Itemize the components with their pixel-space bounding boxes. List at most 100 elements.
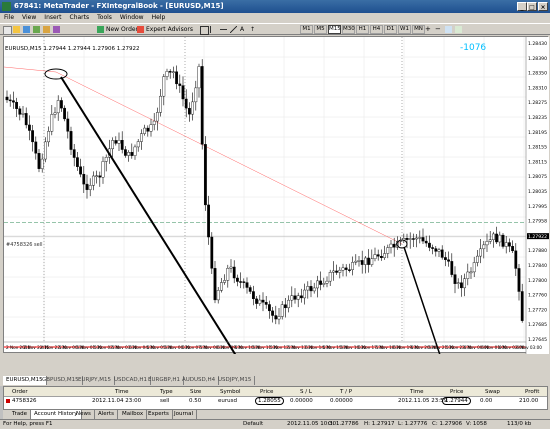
column-header[interactable]: Symbol xyxy=(220,389,241,395)
candle xyxy=(290,295,294,301)
timeframe-mn[interactable]: MN xyxy=(412,25,425,34)
crosshair-icon[interactable] xyxy=(200,26,209,35)
chart-tab-usdjpy-m15[interactable]: USDJPY,M15 xyxy=(215,376,256,385)
menu-window[interactable]: Window xyxy=(116,13,148,23)
market-watch-icon[interactable] xyxy=(23,26,30,33)
menu-tools[interactable]: Tools xyxy=(93,13,116,23)
menu-insert[interactable]: Insert xyxy=(40,13,65,23)
strategy-tester-icon[interactable] xyxy=(53,26,60,33)
menu-charts[interactable]: Charts xyxy=(66,13,94,23)
profit-overlay-label: -1076 xyxy=(460,43,487,53)
candle xyxy=(226,268,230,281)
autoscroll-icon[interactable] xyxy=(455,26,462,33)
candle xyxy=(194,87,198,103)
chart-window[interactable]: 1.28430 1.28390 1.28350 1.28310 1.28275 1.282… xyxy=(3,36,549,354)
terminal-icon[interactable] xyxy=(43,26,50,33)
new-order-button[interactable]: New Order xyxy=(106,25,138,34)
maximize-button[interactable]: □ xyxy=(527,2,537,11)
menu-view[interactable]: View xyxy=(18,13,40,23)
column-header[interactable]: Size xyxy=(190,389,201,395)
timeframe-m5[interactable]: M5 xyxy=(314,25,327,34)
candle xyxy=(357,260,361,262)
candle xyxy=(274,315,278,320)
candle xyxy=(376,254,380,257)
terminal-tab-trade[interactable]: Trade xyxy=(9,410,32,419)
menu-help[interactable]: Help xyxy=(148,13,170,23)
profiles-icon[interactable] xyxy=(13,26,20,33)
column-header[interactable]: Time xyxy=(115,389,128,395)
candle xyxy=(60,100,63,109)
text-tool-icon[interactable]: A xyxy=(240,26,247,33)
candle xyxy=(492,233,495,240)
price-tick-label: 1.27720 xyxy=(528,307,547,313)
chart-tab-audusd-h4[interactable]: AUDUSD,H4 xyxy=(179,376,220,385)
candle xyxy=(56,100,60,114)
open-price-highlight xyxy=(44,68,68,80)
candle xyxy=(175,71,178,85)
timeframe-m1[interactable]: M1 xyxy=(300,25,313,34)
timeframe-h4[interactable]: H4 xyxy=(370,25,383,34)
close-button[interactable]: × xyxy=(538,2,548,11)
candle xyxy=(245,282,249,288)
table-cell: 0.00 xyxy=(480,398,493,404)
candle xyxy=(197,66,201,89)
terminal-tab-alerts[interactable]: Alerts xyxy=(95,410,118,419)
column-header[interactable]: Swap xyxy=(485,389,500,395)
status-help: For Help, press F1 xyxy=(3,421,53,427)
candle xyxy=(136,141,140,148)
timeframe-h1[interactable]: H1 xyxy=(356,25,369,34)
candle xyxy=(277,316,281,320)
timeframe-w1[interactable]: W1 xyxy=(398,25,411,34)
column-header[interactable]: Price xyxy=(260,389,273,395)
arrow-icon[interactable]: ↑ xyxy=(250,26,257,33)
candle xyxy=(258,299,262,304)
candle xyxy=(159,95,162,113)
chart-tab-eurjpy-m15[interactable]: EURJPY,M15 xyxy=(75,376,115,385)
price-chart[interactable]: 1.28430 1.28390 1.28350 1.28310 1.28275 1.282… xyxy=(4,37,549,354)
minimize-button[interactable]: _ xyxy=(517,2,527,11)
trendline-icon[interactable] xyxy=(230,26,237,33)
timeframe-m15[interactable]: M15 xyxy=(328,25,341,34)
price-tick-label: 1.28115 xyxy=(528,159,547,165)
zoom-in-icon[interactable]: + xyxy=(425,26,432,33)
candle xyxy=(466,271,470,279)
menu-file[interactable]: File xyxy=(0,13,18,23)
column-header[interactable]: S / L xyxy=(300,389,312,395)
candle xyxy=(325,280,329,284)
candle xyxy=(287,299,290,309)
candle xyxy=(88,185,92,190)
candle xyxy=(514,250,518,269)
candle xyxy=(117,140,121,144)
navigator-icon[interactable] xyxy=(33,26,40,33)
chart-shift-icon[interactable] xyxy=(445,26,452,33)
column-header[interactable]: Type xyxy=(160,389,173,395)
column-header[interactable]: Price xyxy=(450,389,463,395)
status-traffic: 113/0 kb xyxy=(507,421,532,427)
column-header[interactable]: T / P xyxy=(340,389,352,395)
column-header[interactable]: Order xyxy=(12,389,28,395)
zoom-out-icon[interactable]: − xyxy=(435,26,442,33)
terminal-tab-news[interactable]: News xyxy=(73,410,95,419)
new-chart-icon[interactable] xyxy=(3,26,12,35)
timeframe-d1[interactable]: D1 xyxy=(384,25,397,34)
candle xyxy=(171,71,175,73)
expert-advisors-button[interactable]: Expert Advisors xyxy=(146,25,193,34)
price-tick-label: 1.27880 xyxy=(528,248,547,254)
column-header[interactable]: Profit xyxy=(525,389,539,395)
candle xyxy=(319,280,322,285)
terminal-tab-experts[interactable]: Experts xyxy=(145,410,173,419)
terminal-tab-mailbox[interactable]: Mailbox xyxy=(119,410,148,419)
candle xyxy=(498,234,502,243)
candle xyxy=(146,127,150,132)
candle xyxy=(341,267,345,271)
terminal-tab-journal[interactable]: Journal xyxy=(171,410,198,419)
candle xyxy=(476,255,479,263)
candle xyxy=(300,295,303,299)
candle xyxy=(360,260,364,265)
timeframe-m30[interactable]: M30 xyxy=(342,25,355,34)
column-header[interactable]: Time xyxy=(410,389,423,395)
status-profile: Default xyxy=(243,421,264,427)
vertical-line-icon[interactable] xyxy=(210,26,218,33)
candle xyxy=(37,153,41,169)
horizontal-line-icon[interactable] xyxy=(220,29,227,31)
